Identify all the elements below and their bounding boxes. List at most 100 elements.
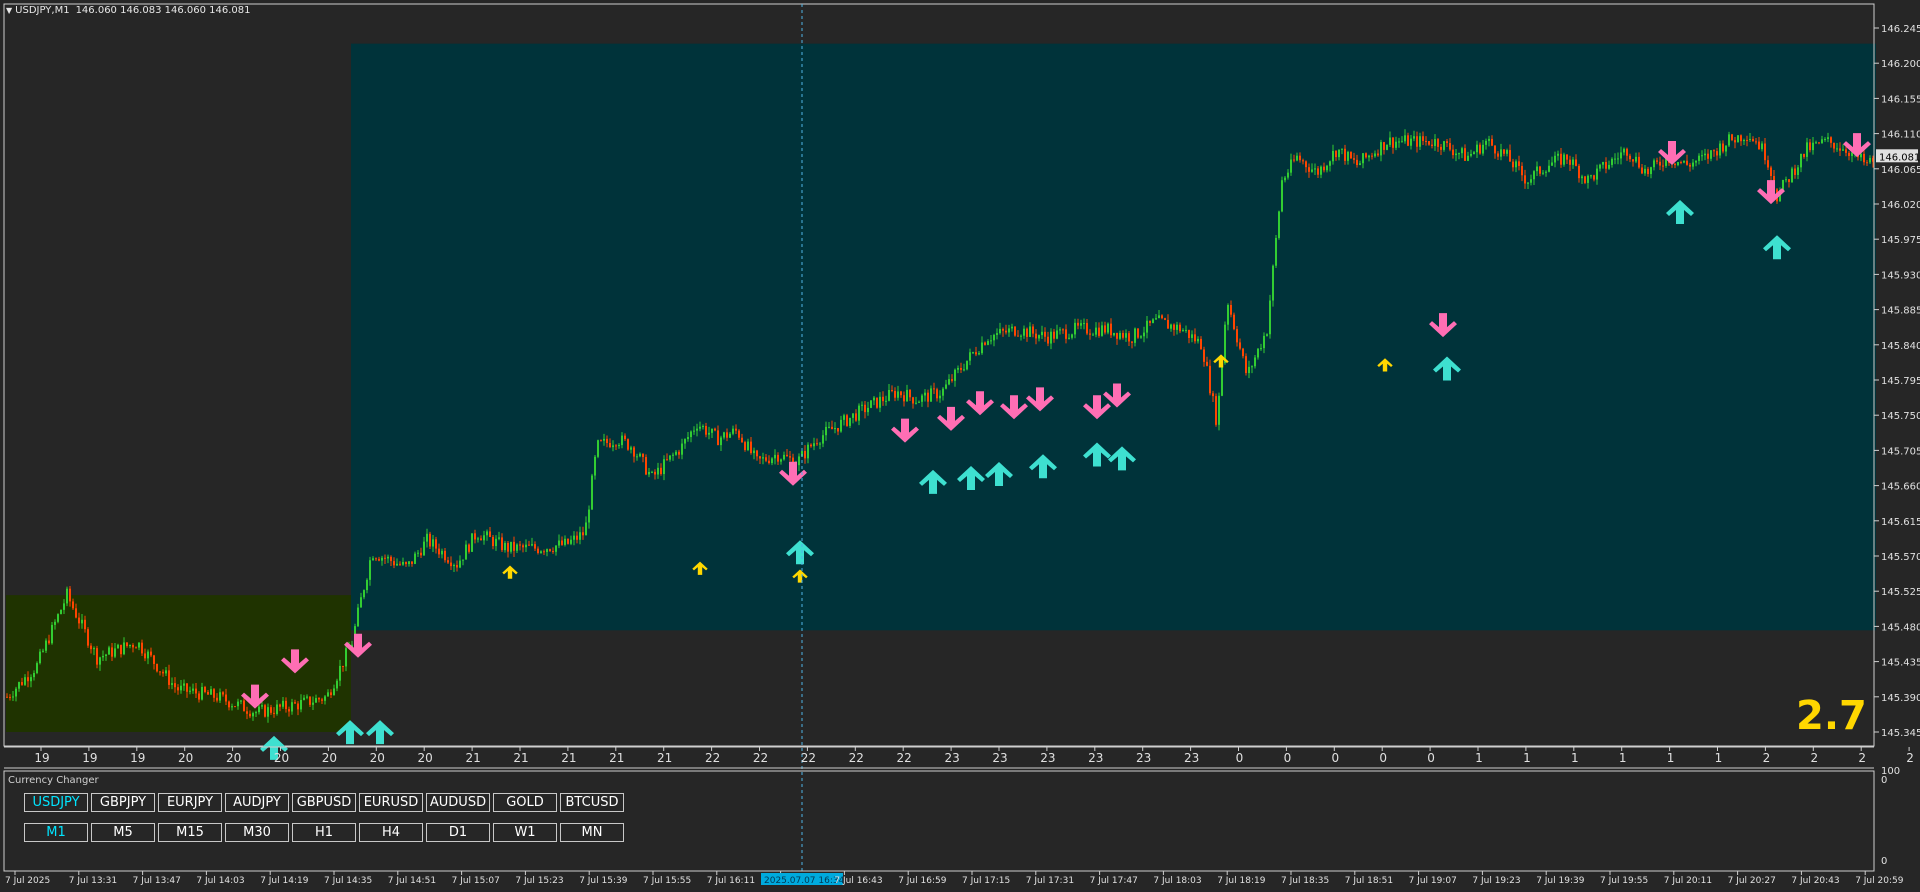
candle	[1272, 264, 1274, 307]
time-tick-top: 20	[274, 751, 289, 765]
time-tick-top: 1	[1667, 751, 1675, 765]
timeframe-mn-button[interactable]: MN	[560, 823, 624, 842]
time-tick-top: 20	[418, 751, 433, 765]
timeframe-m1-button[interactable]: M1	[24, 823, 88, 842]
price-label: 145.480	[1881, 622, 1920, 633]
candle	[1584, 175, 1586, 185]
candle	[1563, 152, 1565, 167]
timeframe-d1-button[interactable]: D1	[426, 823, 490, 842]
time-tick-bottom: 7 Jul 15:39	[579, 876, 628, 886]
sub-scale-bottom: 0	[1881, 856, 1888, 867]
timeframe-m5-button[interactable]: M5	[91, 823, 155, 842]
time-tick-top: 19	[130, 751, 145, 765]
time-tick-top: 19	[82, 751, 97, 765]
price-label: 145.930	[1881, 270, 1920, 281]
time-tick-bottom: 7 Jul 17:47	[1090, 876, 1138, 886]
time-tick-bottom: 7 Jul 20:59	[1855, 876, 1904, 886]
time-tick-top: 1	[1523, 751, 1531, 765]
big-value-readout: 2.7	[1796, 693, 1867, 739]
time-tick-bottom: 7 Jul 18:35	[1281, 876, 1329, 886]
ohlc-values: 146.060 146.083 146.060 146.081	[75, 5, 251, 16]
symbol-eurusd-button[interactable]: EURUSD	[359, 793, 423, 812]
time-tick-bottom: 7 Jul 17:15	[962, 876, 1010, 886]
candle	[1281, 176, 1283, 213]
symbol-audjpy-button[interactable]: AUDJPY	[225, 793, 289, 812]
symbol-eurjpy-button[interactable]: EURJPY	[158, 793, 222, 812]
candle	[1386, 144, 1388, 151]
timeframe-w1-button[interactable]: W1	[493, 823, 557, 842]
candle	[1350, 151, 1352, 160]
symbol-usdjpy-button[interactable]: USDJPY	[24, 793, 88, 812]
timeframe-h4-button[interactable]: H4	[359, 823, 423, 842]
candle	[1791, 166, 1793, 183]
time-tick-bottom: 7 Jul 13:31	[69, 876, 117, 886]
time-tick-bottom: 7 Jul 16:11	[707, 876, 755, 886]
time-tick-bottom: 7 Jul 18:51	[1345, 876, 1393, 886]
symbol-audusd-button[interactable]: AUDUSD	[426, 793, 490, 812]
price-label: 145.570	[1881, 552, 1920, 563]
time-tick-top: 20	[322, 751, 337, 765]
time-tick-top: 0	[1379, 751, 1387, 765]
triangle-down-icon[interactable]: ▼	[6, 6, 12, 15]
price-label: 146.245	[1881, 24, 1920, 35]
time-tick-top: 23	[1040, 751, 1055, 765]
timeframe-m15-button[interactable]: M15	[158, 823, 222, 842]
time-tick-top: 22	[753, 751, 768, 765]
candle	[591, 473, 593, 510]
price-label: 145.660	[1881, 482, 1920, 493]
price-label: 145.750	[1881, 411, 1920, 422]
time-tick-top: 2	[1763, 751, 1771, 765]
timeframe-m30-button[interactable]: M30	[225, 823, 289, 842]
time-tick-top: 0	[1284, 751, 1292, 765]
symbol-buttons: USDJPY GBPJPY EURJPY AUDJPY GBPUSD EURUSD AUDU…	[24, 793, 624, 812]
time-tick-bottom: 7 Jul 15:07	[452, 876, 500, 886]
price-label: 146.020	[1881, 200, 1920, 211]
symbol-gold-button[interactable]: GOLD	[493, 793, 557, 812]
time-tick-top: 0	[1236, 751, 1244, 765]
symbol-gbpjpy-button[interactable]: GBPJPY	[91, 793, 155, 812]
time-tick-bottom: 7 Jul 20:27	[1728, 876, 1776, 886]
price-label: 146.110	[1881, 130, 1920, 141]
time-tick-bottom: 7 Jul 18:19	[1217, 876, 1266, 886]
candle	[1275, 235, 1277, 269]
candle	[1137, 328, 1139, 339]
symbol-gbpusd-button[interactable]: GBPUSD	[292, 793, 356, 812]
crosshair-time-label: 2025.07.07 16:34	[764, 876, 845, 886]
price-label: 146.155	[1881, 94, 1920, 105]
time-tick-top: 21	[657, 751, 672, 765]
candle	[156, 663, 158, 673]
candle	[1014, 326, 1016, 337]
time-tick-bottom: 7 Jul 18:03	[1153, 876, 1201, 886]
candle	[966, 360, 968, 371]
time-tick-top: 20	[370, 751, 385, 765]
candle	[870, 400, 872, 409]
price-label: 145.345	[1881, 728, 1920, 739]
price-label: 145.525	[1881, 587, 1920, 598]
candle	[66, 586, 68, 607]
time-tick-bottom: 7 Jul 19:23	[1472, 876, 1520, 886]
time-tick-top: 22	[801, 751, 816, 765]
candle	[1737, 134, 1739, 143]
symbol-btcusd-button[interactable]: BTCUSD	[560, 793, 624, 812]
time-tick-bottom: 7 Jul 14:51	[388, 876, 436, 886]
candle	[51, 621, 53, 645]
candle	[1278, 210, 1280, 240]
timeframe-h1-button[interactable]: H1	[292, 823, 356, 842]
candle	[627, 438, 629, 451]
candle	[1215, 393, 1217, 427]
price-label: 145.390	[1881, 693, 1920, 704]
time-tick-top: 23	[944, 751, 959, 765]
candle	[264, 703, 266, 718]
price-label: 145.975	[1881, 235, 1920, 246]
time-tick-bottom: 7 Jul 14:03	[196, 876, 244, 886]
price-label: 145.840	[1881, 341, 1920, 352]
time-tick-bottom: 7 Jul 15:23	[515, 876, 563, 886]
time-tick-top: 2	[1810, 751, 1818, 765]
candle	[471, 533, 473, 552]
candle	[1218, 392, 1220, 431]
price-chart[interactable]: 146.245 146.200 146.155 146.110 146.065 146.0…	[0, 0, 1920, 892]
time-tick-top: 23	[1088, 751, 1103, 765]
candle	[1269, 294, 1271, 339]
timeframe-buttons: M1 M5 M15 M30 H1 H4 D1 W1 MN	[24, 823, 624, 842]
time-tick-bottom: 7 Jul 13:47	[133, 876, 181, 886]
